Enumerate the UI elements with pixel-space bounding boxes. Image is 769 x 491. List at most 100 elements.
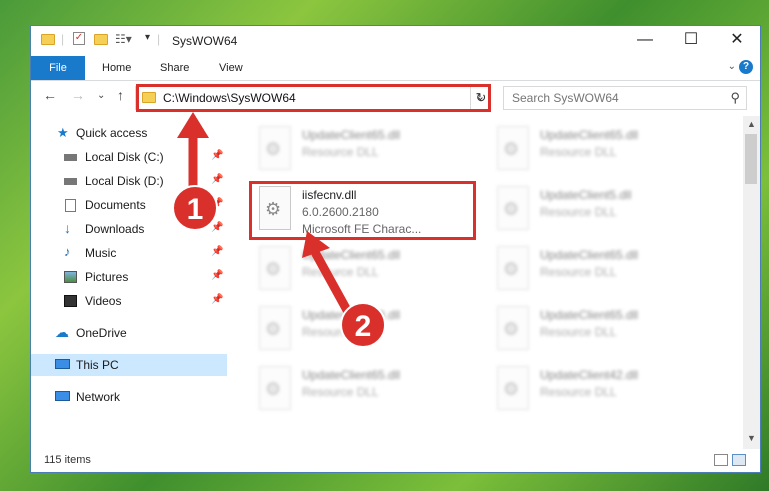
pin-icon[interactable]: 📌 xyxy=(211,294,223,305)
nav-label: Local Disk (C:) xyxy=(85,150,164,164)
nav-label: This PC xyxy=(76,358,119,372)
large-icons-view-icon[interactable] xyxy=(732,454,746,466)
file-item[interactable]: ⚙ UpdateClient5.dll Resource DLL xyxy=(489,184,709,236)
title-bar: | ✓ ☷▾ ▾ | SysWOW64 — ☐ ✕ xyxy=(31,26,760,56)
file-description: Resource DLL xyxy=(302,385,379,399)
tab-home[interactable]: Home xyxy=(102,56,131,80)
nav-network[interactable]: Network xyxy=(31,386,227,408)
file-item[interactable]: ⚙ UpdateClient65.dll Resource DLL xyxy=(489,124,709,176)
vertical-scrollbar[interactable]: ▲ ▼ xyxy=(743,116,760,449)
file-list: ⚙ UpdateClient65.dll Resource DLL ⚙ Upda… xyxy=(227,116,743,446)
scroll-up-icon[interactable]: ▲ xyxy=(743,116,760,133)
nav-quick-access[interactable]: ★ Quick access xyxy=(31,122,227,144)
expand-ribbon-icon[interactable]: ⌄ xyxy=(728,61,736,72)
music-icon: ♪ xyxy=(64,244,71,259)
file-name: UpdateClient65.dll xyxy=(302,128,401,142)
dll-file-icon: ⚙ xyxy=(497,306,529,350)
file-description: Resource DLL xyxy=(540,145,617,159)
separator: | xyxy=(61,32,65,46)
tab-file[interactable]: File xyxy=(31,56,85,80)
new-folder-icon[interactable] xyxy=(94,34,108,45)
videos-icon xyxy=(64,295,77,307)
nav-label: Quick access xyxy=(76,126,148,140)
download-icon: ↓ xyxy=(64,220,71,236)
dll-file-icon: ⚙ xyxy=(259,366,291,410)
close-button[interactable]: ✕ xyxy=(714,26,760,56)
file-name: UpdateClient65.dll xyxy=(302,368,401,382)
dll-file-icon: ⚙ xyxy=(259,126,291,170)
file-item[interactable]: ⚙ UpdateClient65.dll Resource DLL xyxy=(251,124,471,176)
cloud-icon: ☁ xyxy=(55,324,69,340)
pictures-icon xyxy=(64,271,77,283)
search-icon[interactable]: ⚲ xyxy=(730,90,740,106)
file-item[interactable]: ⚙ UpdateClient65.dll Resource DLL xyxy=(251,244,471,296)
ribbon-tabs: File Home Share View ⌄ ? xyxy=(31,56,760,81)
properties-icon[interactable]: ✓ xyxy=(73,32,85,45)
nav-label: Downloads xyxy=(85,222,145,236)
nav-this-pc[interactable]: This PC xyxy=(31,354,227,376)
details-view-icon[interactable] xyxy=(714,454,728,466)
search-box[interactable]: ⚲ xyxy=(503,86,747,110)
file-item[interactable]: ⚙ UpdateClient65.dll Resource DLL xyxy=(251,364,471,416)
forward-arrow-icon[interactable]: → xyxy=(71,87,85,103)
file-description: Resource DLL xyxy=(302,265,379,279)
explorer-window: | ✓ ☷▾ ▾ | SysWOW64 — ☐ ✕ File Home Shar… xyxy=(30,25,761,473)
pin-icon[interactable]: 📌 xyxy=(211,150,223,161)
document-icon xyxy=(65,199,76,212)
quick-access-toolbar-dropdown-icon[interactable]: ▾ xyxy=(145,32,150,43)
tab-share[interactable]: Share xyxy=(160,56,189,80)
scroll-down-icon[interactable]: ▼ xyxy=(743,430,760,447)
back-arrow-icon[interactable]: ← xyxy=(43,87,57,103)
nav-label: Music xyxy=(85,246,117,260)
star-icon: ★ xyxy=(57,125,69,140)
navigation-pane: ★ Quick access Local Disk (C:) 📌 Local D… xyxy=(31,116,227,446)
recent-locations-icon[interactable]: ⌄ xyxy=(97,90,105,101)
nav-music[interactable]: ♪ Music 📌 xyxy=(31,242,227,264)
address-highlight-box xyxy=(136,84,491,112)
separator: | xyxy=(157,32,161,46)
network-icon xyxy=(55,391,70,401)
tab-view[interactable]: View xyxy=(219,56,243,80)
up-arrow-icon[interactable]: ↑ xyxy=(117,87,124,103)
pin-icon[interactable]: 📌 xyxy=(211,222,223,233)
maximize-button[interactable]: ☐ xyxy=(668,26,714,56)
file-name: UpdateClient42.dll xyxy=(540,368,639,382)
file-name: UpdateClient65.dll xyxy=(540,248,639,262)
window-title: SysWOW64 xyxy=(172,34,238,48)
file-item[interactable]: ⚙ UpdateClient65.dll Resource DLL xyxy=(489,244,709,296)
folder-icon xyxy=(41,34,55,45)
dll-file-icon: ⚙ xyxy=(497,246,529,290)
file-name: UpdateClient65.dll xyxy=(540,308,639,322)
nav-label: Videos xyxy=(85,294,122,308)
nav-local-disk-c[interactable]: Local Disk (C:) 📌 xyxy=(31,146,227,168)
file-description: Resource DLL xyxy=(302,145,379,159)
dll-file-icon: ⚙ xyxy=(259,306,291,350)
customize-icon[interactable]: ☷▾ xyxy=(115,32,132,46)
nav-videos[interactable]: Videos 📌 xyxy=(31,290,227,312)
step-1-badge: 1 xyxy=(172,185,218,231)
pin-icon[interactable]: 📌 xyxy=(211,246,223,257)
file-item[interactable]: ⚙ UpdateClient42.dll Resource DLL xyxy=(489,364,709,416)
computer-icon xyxy=(55,359,70,369)
nav-onedrive[interactable]: ☁ OneDrive xyxy=(31,322,227,344)
navigation-bar: ← → ⌄ ↑ C:\Windows\SysWOW64 ⌄ ↻ ⚲ xyxy=(31,83,760,113)
file-description: Resource DLL xyxy=(540,265,617,279)
minimize-button[interactable]: — xyxy=(622,26,668,56)
help-icon[interactable]: ? xyxy=(739,60,753,74)
search-input[interactable] xyxy=(510,90,714,106)
pin-icon[interactable]: 📌 xyxy=(211,174,223,185)
nav-pictures[interactable]: Pictures 📌 xyxy=(31,266,227,288)
nav-label: OneDrive xyxy=(76,326,127,340)
item-count: 115 items xyxy=(44,454,91,466)
nav-label: Documents xyxy=(85,198,146,212)
file-description: Resource DLL xyxy=(540,325,617,339)
nav-label: Local Disk (D:) xyxy=(85,174,164,188)
file-item[interactable]: ⚙ UpdateClient65.dll Resource DLL xyxy=(489,304,709,356)
step-2-badge: 2 xyxy=(340,302,386,348)
file-description: Resource DLL xyxy=(540,205,617,219)
pin-icon[interactable]: 📌 xyxy=(211,270,223,281)
scroll-thumb[interactable] xyxy=(745,134,757,184)
drive-icon xyxy=(64,154,77,161)
nav-label: Pictures xyxy=(85,270,129,284)
drive-icon xyxy=(64,178,77,185)
